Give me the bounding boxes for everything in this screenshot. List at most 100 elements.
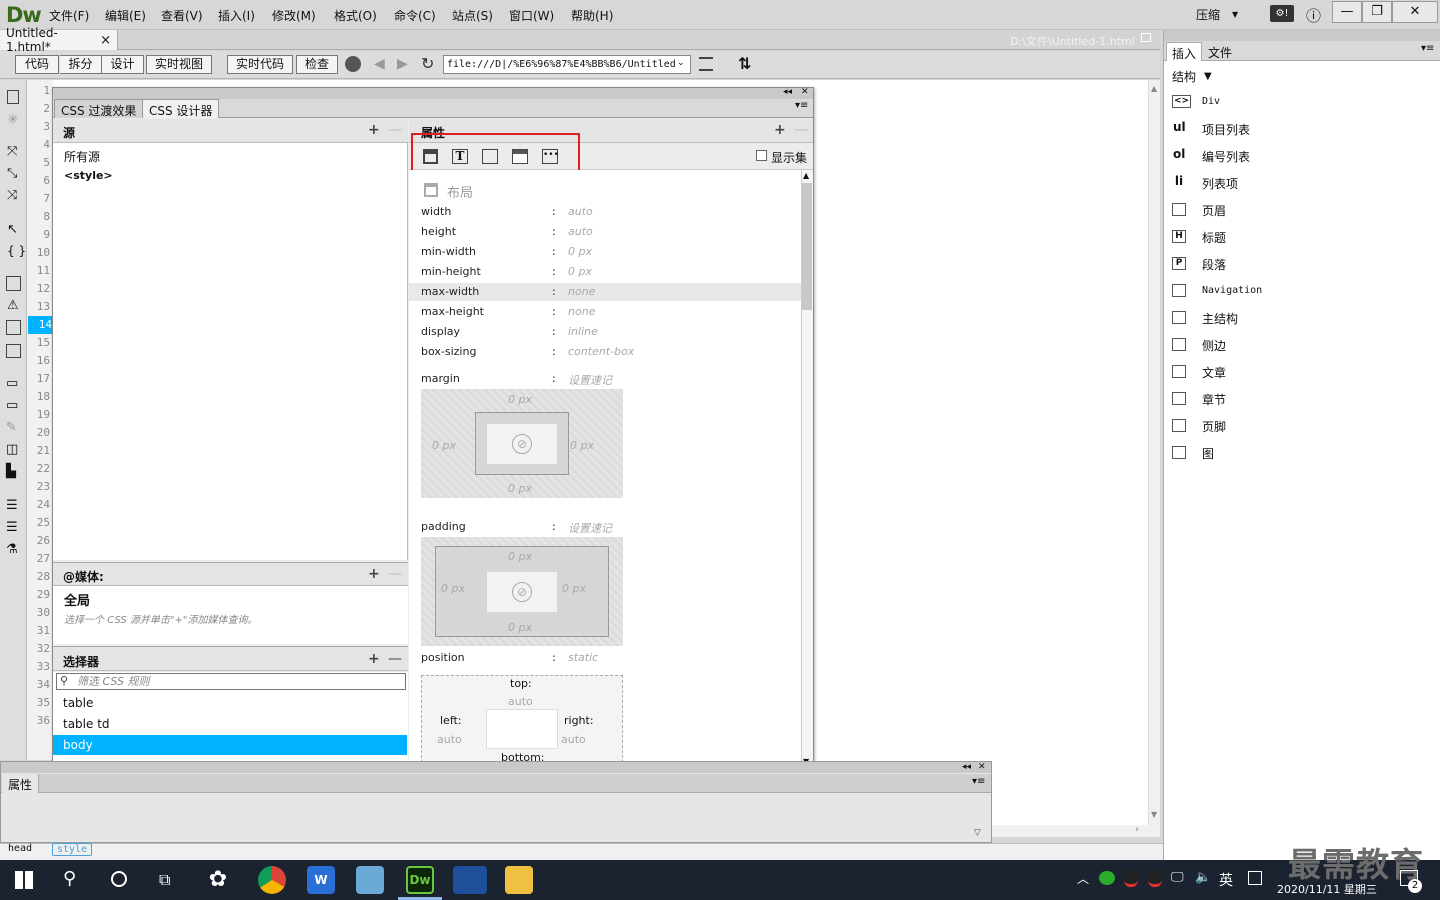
- back-arrow-icon[interactable]: ◀: [374, 56, 385, 72]
- link-values-icon[interactable]: ⊘: [512, 582, 532, 602]
- menu-commands[interactable]: 命令(C): [394, 7, 436, 24]
- help-icon[interactable]: ⓘ: [1306, 5, 1321, 26]
- property-value[interactable]: content-box: [568, 345, 634, 358]
- source-item[interactable]: <style>: [64, 169, 113, 182]
- scroll-up-arrow[interactable]: ▲: [1151, 84, 1157, 93]
- close-panel-icon[interactable]: ✕: [801, 87, 809, 97]
- remove-comment-icon[interactable]: ▭: [6, 398, 18, 413]
- address-bar[interactable]: file:///D|/%E6%96%87%E4%BB%B6/Untitled: [443, 55, 691, 74]
- volume-icon[interactable]: 🔈: [1195, 870, 1211, 885]
- chrome-icon[interactable]: [258, 866, 286, 894]
- insert-item[interactable]: 段落: [1202, 256, 1226, 273]
- menu-help[interactable]: 帮助(H): [571, 7, 613, 24]
- panel-title-bar[interactable]: [53, 88, 813, 99]
- insert-item[interactable]: 标题: [1202, 229, 1226, 246]
- apply-comment-icon[interactable]: ▭: [6, 376, 18, 391]
- select-parent-icon[interactable]: ⤨: [7, 188, 17, 203]
- collapse-panel-icon[interactable]: ◂◂: [962, 762, 971, 772]
- insert-item[interactable]: 编号列表: [1202, 148, 1250, 165]
- insert-item[interactable]: Div: [1202, 96, 1220, 107]
- padding-bottom-value[interactable]: 0 px: [508, 621, 532, 634]
- notepad-icon[interactable]: [356, 866, 384, 894]
- property-value[interactable]: none: [568, 285, 595, 298]
- insert-item[interactable]: Navigation: [1202, 285, 1262, 296]
- insert-item[interactable]: 页眉: [1202, 202, 1226, 219]
- selector-item-table[interactable]: table: [63, 696, 93, 710]
- property-value[interactable]: 0 px: [568, 245, 592, 258]
- wrap-tag-icon[interactable]: ✎: [6, 420, 17, 435]
- dreamweaver-icon[interactable]: Dw: [406, 866, 434, 894]
- task-view-icon[interactable]: ⧉: [159, 870, 170, 890]
- menu-site[interactable]: 站点(S): [452, 7, 493, 24]
- insert-item[interactable]: 图: [1202, 445, 1214, 462]
- highlight-invalid-icon[interactable]: ⚠: [7, 298, 19, 313]
- tab-close-icon[interactable]: ×: [100, 33, 111, 48]
- search-icon[interactable]: ⚲: [63, 868, 76, 889]
- ime-indicator[interactable]: 英: [1219, 870, 1233, 890]
- collapse-tag-icon[interactable]: ⤡: [7, 166, 17, 181]
- link-values-icon[interactable]: ⊘: [512, 434, 532, 454]
- syntax-coloring-icon[interactable]: [6, 344, 21, 358]
- network-icon[interactable]: 🖵: [1171, 870, 1184, 885]
- refresh-icon[interactable]: ↻: [421, 54, 434, 73]
- position-value[interactable]: static: [568, 651, 598, 664]
- remove-selector-button[interactable]: —: [388, 651, 402, 667]
- insert-item[interactable]: 页脚: [1202, 418, 1226, 435]
- globe-icon[interactable]: [345, 56, 361, 72]
- margin-bottom-value[interactable]: 0 px: [508, 482, 532, 495]
- insert-item[interactable]: 章节: [1202, 391, 1226, 408]
- tab-insert[interactable]: 插入: [1166, 42, 1202, 61]
- panel-menu-icon[interactable]: ▾≡: [795, 100, 808, 111]
- indent-icon[interactable]: ☰: [6, 498, 18, 513]
- windows-start-icon[interactable]: [15, 871, 33, 889]
- line-numbers-icon[interactable]: [6, 276, 21, 291]
- position-right-value[interactable]: auto: [561, 733, 586, 746]
- code-view-button[interactable]: 代码: [15, 55, 59, 74]
- tray-chevron-icon[interactable]: ︿: [1077, 870, 1089, 887]
- media-global[interactable]: 全局: [64, 590, 90, 609]
- properties-scroll-thumb[interactable]: [802, 183, 812, 310]
- cortana-icon[interactable]: [111, 871, 127, 887]
- menu-insert[interactable]: 插入(I): [218, 7, 255, 24]
- restore-doc-icon[interactable]: [1141, 33, 1151, 42]
- editor-vertical-scrollbar[interactable]: [1148, 80, 1160, 825]
- sync-settings-icon[interactable]: ⚙!: [1270, 5, 1294, 22]
- padding-top-value[interactable]: 0 px: [508, 550, 532, 563]
- category-dropdown[interactable]: 结构 ▼: [1172, 68, 1212, 85]
- panel-menu-icon[interactable]: ▾≡: [1421, 43, 1434, 54]
- selector-item-table-td[interactable]: table td: [63, 717, 110, 731]
- balance-braces-icon[interactable]: { }: [7, 244, 26, 258]
- word-wrap-icon[interactable]: [6, 320, 21, 335]
- tag-style[interactable]: style: [52, 843, 93, 856]
- clock-date[interactable]: 2020/11/11 星期三: [1277, 881, 1377, 897]
- ime-grid-icon[interactable]: [1248, 871, 1262, 885]
- tab-properties[interactable]: 属性: [2, 774, 39, 793]
- menu-modify[interactable]: 修改(M): [272, 7, 316, 24]
- close-panel-icon[interactable]: ✕: [978, 762, 986, 772]
- layout-mode-dropdown[interactable]: 压缩 ▼: [1196, 6, 1238, 23]
- file-explorer-icon[interactable]: [505, 866, 533, 894]
- selector-filter-input[interactable]: 筛选 CSS 规则: [56, 673, 406, 690]
- file-management-icon[interactable]: [699, 57, 713, 71]
- tab-css-designer[interactable]: CSS 设计器: [142, 99, 220, 118]
- menu-edit[interactable]: 编辑(E): [105, 7, 146, 24]
- collapse-panel-icon[interactable]: ◂◂: [783, 87, 792, 97]
- insert-item[interactable]: 列表项: [1202, 175, 1238, 192]
- insert-item[interactable]: 项目列表: [1202, 121, 1250, 138]
- position-left-value[interactable]: auto: [437, 733, 462, 746]
- menu-file[interactable]: 文件(F): [49, 7, 89, 24]
- qq-icon[interactable]: [1124, 869, 1138, 887]
- add-source-button[interactable]: +: [368, 122, 380, 138]
- insert-item[interactable]: 侧边: [1202, 337, 1226, 354]
- margin-top-value[interactable]: 0 px: [508, 393, 532, 406]
- scroll-down-arrow[interactable]: ▼: [1151, 810, 1157, 819]
- close-button[interactable]: ✕: [1392, 1, 1438, 23]
- margin-shorthand[interactable]: 设置速记: [568, 372, 612, 388]
- recent-snippets-icon[interactable]: ◫: [6, 442, 18, 457]
- add-selector-button[interactable]: +: [368, 651, 380, 667]
- menu-format[interactable]: 格式(O): [334, 7, 377, 24]
- live-code-button[interactable]: 实时代码: [227, 55, 293, 74]
- margin-right-value[interactable]: 0 px: [570, 439, 594, 452]
- property-value[interactable]: 0 px: [568, 265, 592, 278]
- property-value[interactable]: none: [568, 305, 595, 318]
